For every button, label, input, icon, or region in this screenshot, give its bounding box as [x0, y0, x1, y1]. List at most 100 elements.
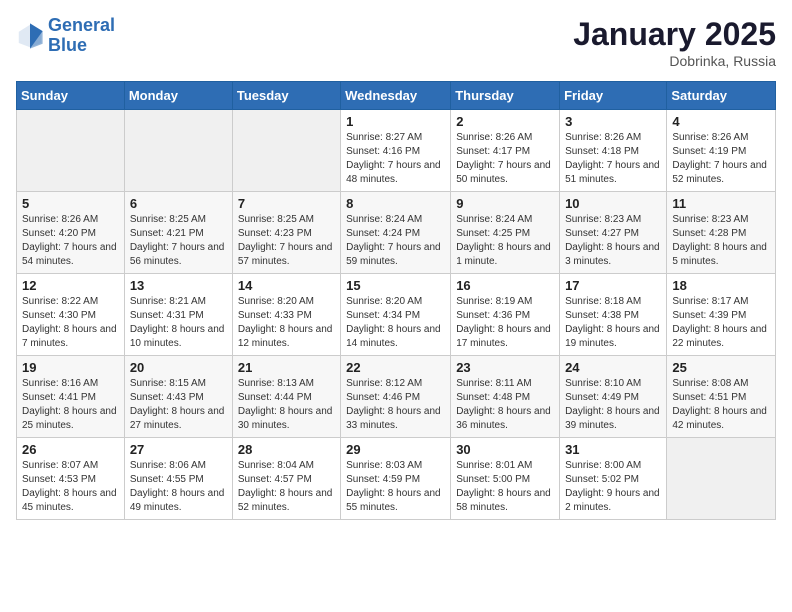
calendar-cell: 6 Sunrise: 8:25 AM Sunset: 4:21 PM Daylig… — [124, 192, 232, 274]
calendar-cell: 24 Sunrise: 8:10 AM Sunset: 4:49 PM Dayli… — [560, 356, 667, 438]
day-number: 24 — [565, 360, 661, 375]
weekday-header-thursday: Thursday — [451, 82, 560, 110]
calendar-cell — [124, 110, 232, 192]
day-info: Sunrise: 8:24 AM Sunset: 4:24 PM Dayligh… — [346, 213, 445, 269]
day-info: Sunrise: 8:13 AM Sunset: 4:44 PM Dayligh… — [238, 377, 335, 433]
day-number: 29 — [346, 442, 445, 457]
day-info: Sunrise: 8:23 AM Sunset: 4:28 PM Dayligh… — [672, 213, 770, 269]
day-info: Sunrise: 8:26 AM Sunset: 4:19 PM Dayligh… — [672, 131, 770, 187]
day-info: Sunrise: 8:03 AM Sunset: 4:59 PM Dayligh… — [346, 459, 445, 515]
calendar-table: SundayMondayTuesdayWednesdayThursdayFrid… — [16, 81, 776, 520]
calendar-cell: 20 Sunrise: 8:15 AM Sunset: 4:43 PM Dayli… — [124, 356, 232, 438]
day-info: Sunrise: 8:00 AM Sunset: 5:02 PM Dayligh… — [565, 459, 661, 515]
day-number: 26 — [22, 442, 119, 457]
day-number: 13 — [130, 278, 227, 293]
calendar-cell — [667, 438, 776, 520]
location: Dobrinka, Russia — [573, 53, 776, 69]
day-number: 3 — [565, 114, 661, 129]
calendar-cell: 27 Sunrise: 8:06 AM Sunset: 4:55 PM Dayli… — [124, 438, 232, 520]
day-number: 22 — [346, 360, 445, 375]
day-info: Sunrise: 8:22 AM Sunset: 4:30 PM Dayligh… — [22, 295, 119, 351]
week-row-2: 5Sunrise: 8:26 AM Sunset: 4:20 PM Daylig… — [17, 192, 776, 274]
calendar-cell: 29 Sunrise: 8:03 AM Sunset: 4:59 PM Dayli… — [341, 438, 451, 520]
calendar-cell: 31 Sunrise: 8:00 AM Sunset: 5:02 PM Dayli… — [560, 438, 667, 520]
day-number: 25 — [672, 360, 770, 375]
calendar-cell: 18 Sunrise: 8:17 AM Sunset: 4:39 PM Dayli… — [667, 274, 776, 356]
calendar-cell: 2Sunrise: 8:26 AM Sunset: 4:17 PM Daylig… — [451, 110, 560, 192]
day-info: Sunrise: 8:08 AM Sunset: 4:51 PM Dayligh… — [672, 377, 770, 433]
day-info: Sunrise: 8:24 AM Sunset: 4:25 PM Dayligh… — [456, 213, 554, 269]
calendar-cell — [17, 110, 125, 192]
month-title: January 2025 — [573, 16, 776, 53]
day-info: Sunrise: 8:16 AM Sunset: 4:41 PM Dayligh… — [22, 377, 119, 433]
week-row-4: 19Sunrise: 8:16 AM Sunset: 4:41 PM Dayli… — [17, 356, 776, 438]
day-number: 16 — [456, 278, 554, 293]
day-info: Sunrise: 8:26 AM Sunset: 4:18 PM Dayligh… — [565, 131, 661, 187]
day-number: 28 — [238, 442, 335, 457]
calendar-cell: 13 Sunrise: 8:21 AM Sunset: 4:31 PM Dayli… — [124, 274, 232, 356]
day-info: Sunrise: 8:15 AM Sunset: 4:43 PM Dayligh… — [130, 377, 227, 433]
day-number: 1 — [346, 114, 445, 129]
calendar-cell: 26Sunrise: 8:07 AM Sunset: 4:53 PM Dayli… — [17, 438, 125, 520]
calendar-cell: 25 Sunrise: 8:08 AM Sunset: 4:51 PM Dayli… — [667, 356, 776, 438]
day-number: 17 — [565, 278, 661, 293]
calendar-cell: 12 Sunrise: 8:22 AM Sunset: 4:30 PM Dayli… — [17, 274, 125, 356]
logo-line1: General — [48, 15, 115, 35]
day-number: 8 — [346, 196, 445, 211]
day-info: Sunrise: 8:23 AM Sunset: 4:27 PM Dayligh… — [565, 213, 661, 269]
logo: General Blue — [16, 16, 115, 56]
day-number: 6 — [130, 196, 227, 211]
weekday-header-tuesday: Tuesday — [232, 82, 340, 110]
logo-line2: Blue — [48, 35, 87, 55]
day-info: Sunrise: 8:20 AM Sunset: 4:34 PM Dayligh… — [346, 295, 445, 351]
day-info: Sunrise: 8:17 AM Sunset: 4:39 PM Dayligh… — [672, 295, 770, 351]
day-info: Sunrise: 8:11 AM Sunset: 4:48 PM Dayligh… — [456, 377, 554, 433]
day-number: 5 — [22, 196, 119, 211]
day-info: Sunrise: 8:25 AM Sunset: 4:21 PM Dayligh… — [130, 213, 227, 269]
weekday-header-wednesday: Wednesday — [341, 82, 451, 110]
calendar-cell: 9 Sunrise: 8:24 AM Sunset: 4:25 PM Daylig… — [451, 192, 560, 274]
title-block: January 2025 Dobrinka, Russia — [573, 16, 776, 69]
calendar-cell: 5Sunrise: 8:26 AM Sunset: 4:20 PM Daylig… — [17, 192, 125, 274]
logo-icon — [16, 22, 44, 50]
day-number: 14 — [238, 278, 335, 293]
calendar-cell: 22 Sunrise: 8:12 AM Sunset: 4:46 PM Dayli… — [341, 356, 451, 438]
calendar-cell: 28 Sunrise: 8:04 AM Sunset: 4:57 PM Dayli… — [232, 438, 340, 520]
calendar-cell: 17 Sunrise: 8:18 AM Sunset: 4:38 PM Dayli… — [560, 274, 667, 356]
day-number: 21 — [238, 360, 335, 375]
day-info: Sunrise: 8:10 AM Sunset: 4:49 PM Dayligh… — [565, 377, 661, 433]
day-number: 20 — [130, 360, 227, 375]
weekday-header-sunday: Sunday — [17, 82, 125, 110]
calendar-cell: 19Sunrise: 8:16 AM Sunset: 4:41 PM Dayli… — [17, 356, 125, 438]
day-number: 9 — [456, 196, 554, 211]
day-info: Sunrise: 8:04 AM Sunset: 4:57 PM Dayligh… — [238, 459, 335, 515]
logo-text: General Blue — [48, 16, 115, 56]
day-info: Sunrise: 8:18 AM Sunset: 4:38 PM Dayligh… — [565, 295, 661, 351]
day-info: Sunrise: 8:12 AM Sunset: 4:46 PM Dayligh… — [346, 377, 445, 433]
weekday-header-saturday: Saturday — [667, 82, 776, 110]
calendar-cell: 8 Sunrise: 8:24 AM Sunset: 4:24 PM Daylig… — [341, 192, 451, 274]
day-number: 10 — [565, 196, 661, 211]
calendar-cell: 1Sunrise: 8:27 AM Sunset: 4:16 PM Daylig… — [341, 110, 451, 192]
day-number: 12 — [22, 278, 119, 293]
day-number: 7 — [238, 196, 335, 211]
day-info: Sunrise: 8:21 AM Sunset: 4:31 PM Dayligh… — [130, 295, 227, 351]
calendar-cell: 7 Sunrise: 8:25 AM Sunset: 4:23 PM Daylig… — [232, 192, 340, 274]
calendar-cell — [232, 110, 340, 192]
calendar-cell: 23Sunrise: 8:11 AM Sunset: 4:48 PM Dayli… — [451, 356, 560, 438]
week-row-1: 1Sunrise: 8:27 AM Sunset: 4:16 PM Daylig… — [17, 110, 776, 192]
day-number: 27 — [130, 442, 227, 457]
calendar-cell: 10 Sunrise: 8:23 AM Sunset: 4:27 PM Dayli… — [560, 192, 667, 274]
day-number: 18 — [672, 278, 770, 293]
day-info: Sunrise: 8:26 AM Sunset: 4:17 PM Dayligh… — [456, 131, 554, 187]
day-number: 31 — [565, 442, 661, 457]
day-number: 4 — [672, 114, 770, 129]
day-info: Sunrise: 8:25 AM Sunset: 4:23 PM Dayligh… — [238, 213, 335, 269]
calendar-cell: 21 Sunrise: 8:13 AM Sunset: 4:44 PM Dayli… — [232, 356, 340, 438]
weekday-header-row: SundayMondayTuesdayWednesdayThursdayFrid… — [17, 82, 776, 110]
day-number: 15 — [346, 278, 445, 293]
calendar-cell: 4 Sunrise: 8:26 AM Sunset: 4:19 PM Daylig… — [667, 110, 776, 192]
day-number: 11 — [672, 196, 770, 211]
day-info: Sunrise: 8:20 AM Sunset: 4:33 PM Dayligh… — [238, 295, 335, 351]
day-info: Sunrise: 8:06 AM Sunset: 4:55 PM Dayligh… — [130, 459, 227, 515]
